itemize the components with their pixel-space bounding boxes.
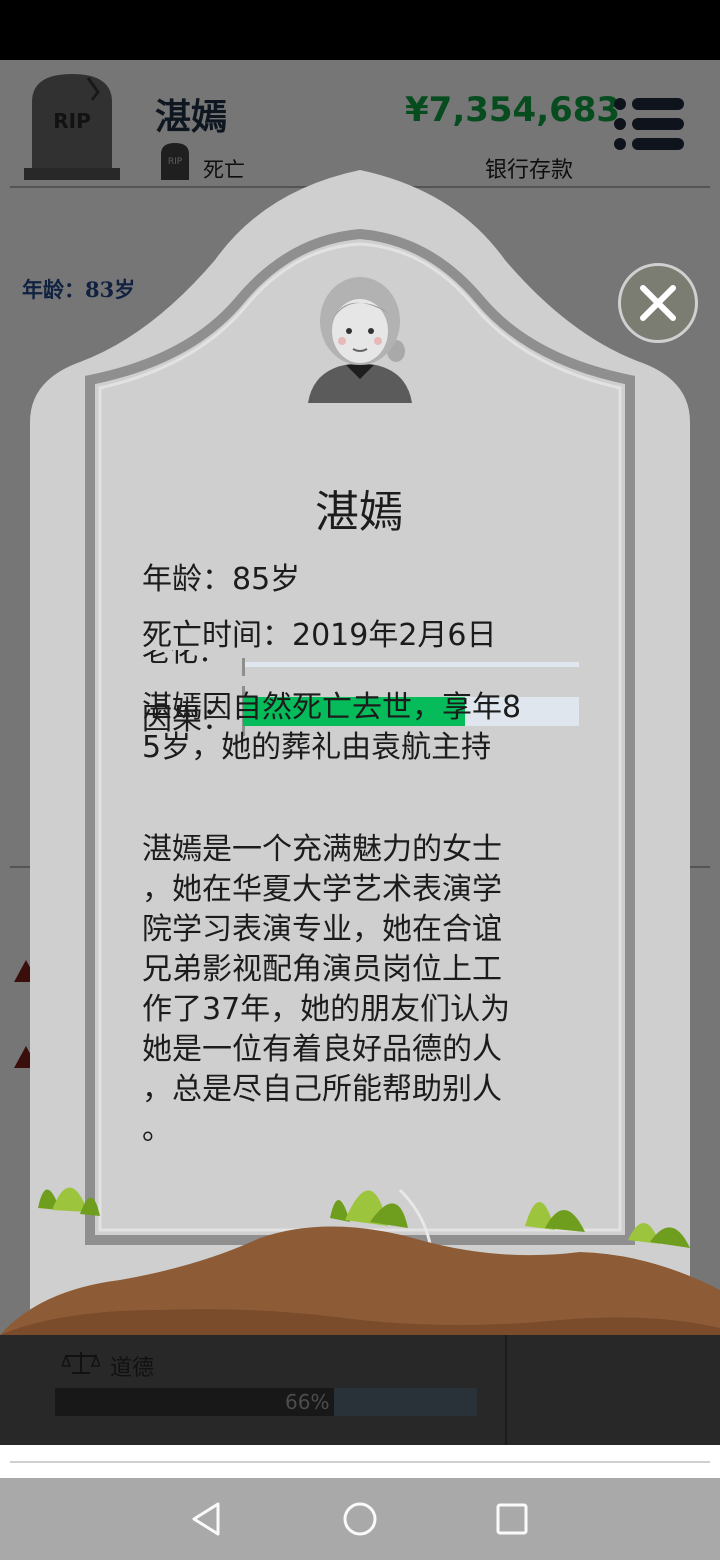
app-screen: RIP 湛嫣 RIP 死亡 ¥7,354,683 银行存款 年龄：83岁 道德 … <box>0 60 720 1445</box>
back-nav-icon[interactable] <box>190 1502 222 1536</box>
bio-line: 她是一位有着良好品德的人 <box>142 1032 502 1067</box>
grandma-avatar-icon <box>308 277 412 403</box>
partial-stat-bar-tick <box>242 658 245 676</box>
bio-line: 湛嫣是一个充满魅力的女士 <box>142 832 502 867</box>
bio-line: 作了37年，她的朋友们认为 <box>142 992 511 1027</box>
bio-line: 。 <box>142 1112 172 1147</box>
footer-strip <box>0 1445 720 1478</box>
partial-stat-bar <box>243 662 579 667</box>
cause-line: 湛嫣因自然死亡去世，享年8 <box>142 690 522 725</box>
bio-line: 院学习表演专业，她在合谊 <box>142 912 502 947</box>
home-nav-icon[interactable] <box>342 1501 378 1537</box>
biography: 湛嫣是一个充满魅力的女士 ，她在华夏大学艺术表演学 院学习表演专业，她在合谊 兄… <box>142 830 562 1150</box>
death-date: 死亡时间：2019年2月6日 <box>142 618 497 653</box>
bio-line: ，她在华夏大学艺术表演学 <box>142 872 502 907</box>
cause-of-death: 湛嫣因自然死亡去世，享年8 5岁，她的葬礼由袁航主持 <box>142 688 562 768</box>
system-nav-bar <box>0 1478 720 1560</box>
recents-nav-icon[interactable] <box>496 1503 528 1535</box>
grave-dirt <box>0 1187 720 1335</box>
cause-line: 5岁，她的葬礼由袁航主持 <box>142 730 492 765</box>
deceased-name: 湛嫣 <box>315 487 403 538</box>
bio-line: 兄弟影视配角演员岗位上工 <box>142 952 502 987</box>
death-age: 年龄：85岁 <box>142 562 301 597</box>
close-button[interactable] <box>618 263 698 343</box>
partial-stat-label-text: 老化： <box>142 650 226 664</box>
bio-line: ，总是尽自己所能帮助别人 <box>142 1072 502 1107</box>
close-icon <box>640 285 676 321</box>
footer-divider <box>10 1461 710 1463</box>
status-bar <box>0 0 720 60</box>
partial-stat-label: 老化： <box>142 650 226 664</box>
